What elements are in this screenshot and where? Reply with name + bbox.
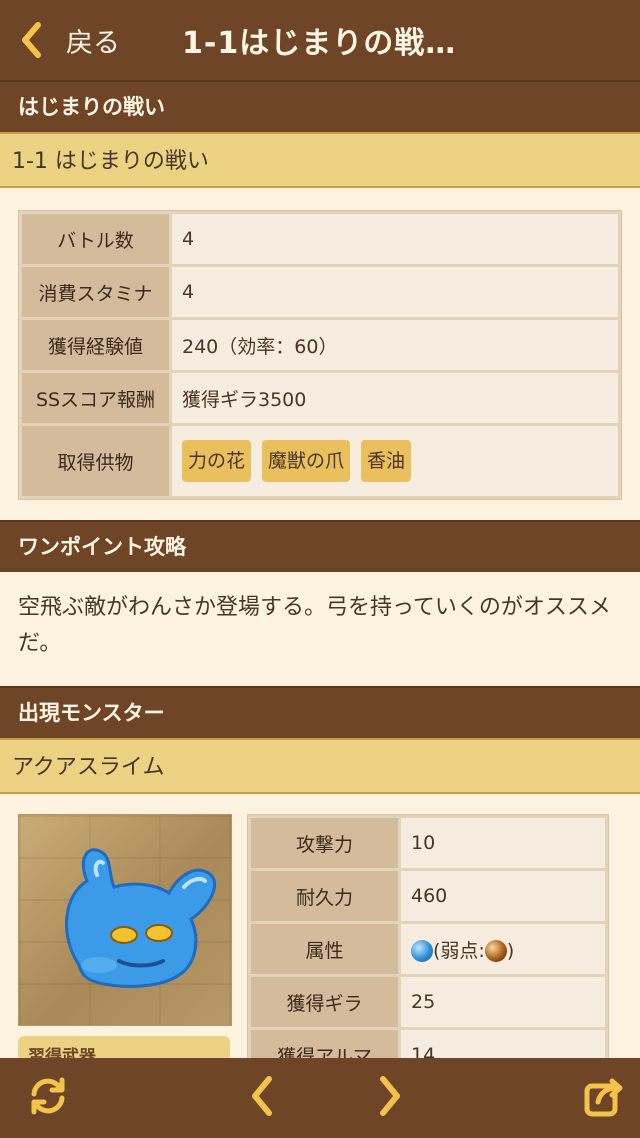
stat-value: 10	[401, 818, 605, 868]
back-button[interactable]: 戻る	[0, 0, 120, 80]
table-row: 獲得ギラ 25	[251, 977, 605, 1027]
next-button[interactable]	[350, 1058, 430, 1138]
row-value: 4	[172, 267, 618, 317]
row-label: 消費スタミナ	[22, 267, 169, 317]
offering-chip[interactable]: 香油	[361, 440, 412, 482]
monster-name: アクアスライム	[0, 738, 640, 794]
refresh-icon	[26, 1074, 70, 1122]
tip-header: ワンポイント攻略	[0, 520, 640, 572]
monster-image[interactable]	[18, 814, 232, 1026]
water-orb-icon	[411, 940, 433, 962]
row-label: SSスコア報酬	[22, 373, 169, 423]
stat-value: 25	[401, 977, 605, 1027]
skill-label: 習得武器	[18, 1036, 230, 1058]
weakness-close-text: )	[506, 939, 515, 962]
aqua-slime-illustration	[65, 848, 217, 988]
row-value: 240（効率：60）	[172, 320, 618, 370]
next-arrow-icon	[377, 1075, 403, 1121]
monster-stat-table: 攻撃力 10 耐久力 460 属性 (弱点:) 獲得ギラ 25 獲得アルマ 14	[247, 814, 609, 1058]
table-row: 攻撃力 10	[251, 818, 605, 868]
table-row: SSスコア報酬 獲得ギラ3500	[22, 373, 618, 423]
scroll-content[interactable]: はじまりの戦い 1-1 はじまりの戦い バトル数 4 消費スタミナ 4 獲得経験…	[0, 80, 640, 1058]
chapter-header: はじまりの戦い	[0, 80, 640, 132]
monsters-header: 出現モンスター	[0, 686, 640, 738]
row-value: 4	[172, 214, 618, 264]
offerings-cell: 力の花 魔獣の爪 香油	[172, 426, 618, 496]
row-label: 取得供物	[22, 426, 169, 496]
stat-label: 属性	[251, 924, 398, 974]
stat-label: 攻撃力	[251, 818, 398, 868]
table-row: 獲得アルマ 14	[251, 1030, 605, 1058]
stage-info-panel: バトル数 4 消費スタミナ 4 獲得経験値 240（効率：60） SSスコア報酬…	[0, 188, 640, 520]
refresh-button[interactable]	[8, 1058, 88, 1138]
monster-panel: 習得武器 攻撃力 10 耐久力 460 属性 (弱点:) 獲得ギラ 25 獲得ア…	[0, 794, 640, 1058]
tip-text: 空飛ぶ敵がわんさか登場する。弓を持っていくのがオススメだ。	[0, 572, 640, 686]
row-label: バトル数	[22, 214, 169, 264]
offering-chip[interactable]: 力の花	[182, 440, 252, 482]
table-row: 取得供物 力の花 魔獣の爪 香油	[22, 426, 618, 496]
share-button[interactable]	[564, 1058, 640, 1138]
stat-label: 耐久力	[251, 871, 398, 921]
table-row: 獲得経験値 240（効率：60）	[22, 320, 618, 370]
table-row: 消費スタミナ 4	[22, 267, 618, 317]
top-navigation-bar: 戻る 1-1はじまりの戦…	[0, 0, 640, 80]
bottom-toolbar	[0, 1058, 640, 1138]
stat-value: 460	[401, 871, 605, 921]
row-value: 獲得ギラ3500	[172, 373, 618, 423]
weakness-open-text: (弱点:	[433, 939, 485, 962]
page-title: 1-1はじまりの戦…	[182, 26, 457, 61]
stat-label: 獲得アルマ	[251, 1030, 398, 1058]
offering-chip[interactable]: 魔獣の爪	[262, 440, 351, 482]
stage-subheader: 1-1 はじまりの戦い	[0, 132, 640, 188]
back-chevron-icon	[20, 22, 42, 58]
table-row: バトル数 4	[22, 214, 618, 264]
previous-button[interactable]	[222, 1058, 302, 1138]
stat-label: 獲得ギラ	[251, 977, 398, 1027]
earth-orb-icon	[484, 940, 507, 962]
stat-value: 14	[401, 1030, 605, 1058]
prev-arrow-icon	[249, 1075, 275, 1121]
row-label: 獲得経験値	[22, 320, 169, 370]
attribute-value: (弱点:)	[401, 924, 605, 974]
table-row: 属性 (弱点:)	[251, 924, 605, 974]
stage-info-table: バトル数 4 消費スタミナ 4 獲得経験値 240（効率：60） SSスコア報酬…	[18, 210, 622, 500]
back-button-label: 戻る	[66, 27, 120, 59]
table-row: 耐久力 460	[251, 871, 605, 921]
share-icon	[582, 1074, 626, 1122]
